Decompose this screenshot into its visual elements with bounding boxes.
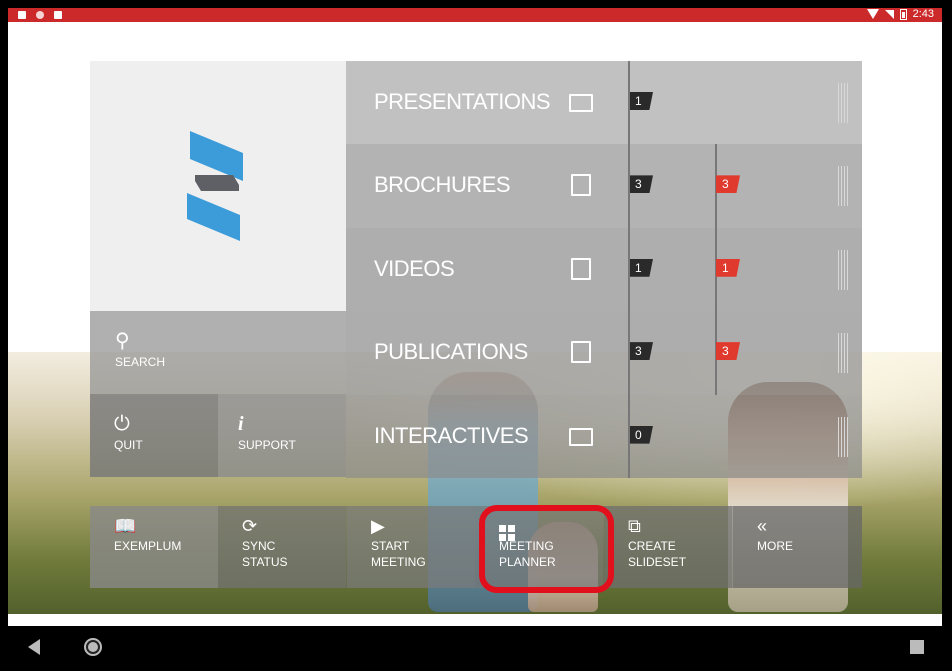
double-chevron-left-icon: « — [757, 516, 768, 536]
more-button[interactable]: « MORE — [733, 506, 862, 588]
drag-handle[interactable] — [838, 416, 848, 457]
category-label: PRESENTATIONS — [374, 89, 551, 114]
sync-status-button[interactable]: ⟳ SYNC STATUS — [218, 506, 346, 588]
notification-icon — [18, 11, 26, 19]
count-badge: 0 — [629, 425, 653, 444]
category-brochures[interactable]: BROCHURES 3 3 — [346, 144, 862, 228]
divider — [628, 311, 630, 395]
count-badge: 3 — [629, 175, 653, 194]
play-icon: ▶ — [371, 516, 385, 536]
create-slideset-button[interactable]: ⧉ CREATE SLIDESET — [604, 506, 732, 588]
home-icon[interactable] — [84, 638, 102, 656]
category-videos[interactable]: VIDEOS 1 1 — [346, 227, 862, 312]
drag-handle[interactable] — [838, 249, 848, 290]
quit-button[interactable]: ⏻ QUIT — [90, 394, 218, 477]
document-icon — [571, 341, 591, 364]
category-label: VIDEOS — [374, 255, 455, 281]
recents-icon[interactable] — [910, 640, 924, 654]
quit-label: QUIT — [114, 438, 143, 452]
count-badge: 1 — [629, 92, 653, 110]
create-slideset-label-2: SLIDESET — [628, 555, 687, 569]
category-presentations[interactable]: PRESENTATIONS 1 — [346, 61, 862, 145]
count-badge: 1 — [629, 258, 653, 277]
category-label: PUBLICATIONS — [374, 339, 528, 365]
more-label: MORE — [757, 539, 793, 553]
document-icon — [571, 174, 591, 197]
new-count-badge: 1 — [716, 258, 740, 277]
film-icon — [571, 257, 591, 280]
drag-handle[interactable] — [838, 333, 848, 374]
search-label: SEARCH — [115, 355, 166, 369]
start-meeting-button[interactable]: ▶ START MEETING — [347, 506, 475, 588]
new-count-badge: 3 — [716, 175, 740, 194]
create-slideset-label-1: CREATE — [628, 539, 676, 553]
logo-tile — [90, 61, 346, 311]
category-list: PRESENTATIONS 1 BROCHURES 3 3 VIDEOS 1 1… — [346, 61, 862, 478]
power-icon: ⏻ — [114, 413, 130, 435]
box-icon — [569, 427, 593, 446]
sync-status-label: SYNC STATUS — [242, 539, 288, 569]
exemplum-label: EXEMPLUM — [114, 539, 182, 553]
divider — [628, 227, 630, 312]
count-badge: 3 — [629, 342, 653, 361]
presentation-icon — [569, 94, 593, 112]
highlight-annotation — [479, 505, 614, 593]
support-button[interactable]: i SUPPORT — [218, 394, 346, 477]
new-count-badge: 3 — [716, 342, 740, 361]
search-icon: ⚲ — [115, 330, 130, 352]
book-icon: 📖 — [114, 516, 137, 536]
app-screen: ⚲ SEARCH ⏻ QUIT i SUPPORT PRESENTATIONS … — [8, 22, 942, 626]
support-label: SUPPORT — [238, 438, 296, 452]
signal-icon — [884, 9, 894, 19]
info-icon: i — [238, 413, 244, 435]
search-button[interactable]: ⚲ SEARCH — [90, 311, 346, 394]
divider — [628, 61, 630, 145]
category-publications[interactable]: PUBLICATIONS 3 3 — [346, 311, 862, 395]
category-interactives[interactable]: INTERACTIVES 0 — [346, 394, 862, 478]
status-bar: 2:43 — [8, 8, 942, 22]
back-icon[interactable] — [28, 639, 40, 655]
category-label: INTERACTIVES — [374, 422, 529, 448]
divider — [628, 144, 630, 228]
bottom-toolbar: 📖 EXEMPLUM ⟳ SYNC STATUS ▶ START MEETING… — [90, 506, 862, 588]
category-label: BROCHURES — [374, 172, 511, 198]
slides-stack-icon: ⧉ — [628, 516, 641, 536]
exemplum-button[interactable]: 📖 EXEMPLUM — [90, 506, 218, 588]
sd-card-icon — [54, 11, 62, 19]
status-time: 2:43 — [912, 8, 934, 20]
start-meeting-label-1: START — [371, 539, 410, 553]
battery-icon — [899, 8, 907, 20]
sync-icon: ⟳ — [242, 516, 258, 536]
notification-icon — [36, 11, 44, 19]
start-meeting-label-2: MEETING — [371, 555, 426, 569]
divider — [628, 394, 630, 478]
drag-handle[interactable] — [838, 166, 848, 207]
system-nav-bar — [0, 626, 952, 671]
app-logo-icon — [187, 131, 243, 241]
wifi-icon — [866, 9, 879, 19]
drag-handle[interactable] — [838, 83, 848, 123]
